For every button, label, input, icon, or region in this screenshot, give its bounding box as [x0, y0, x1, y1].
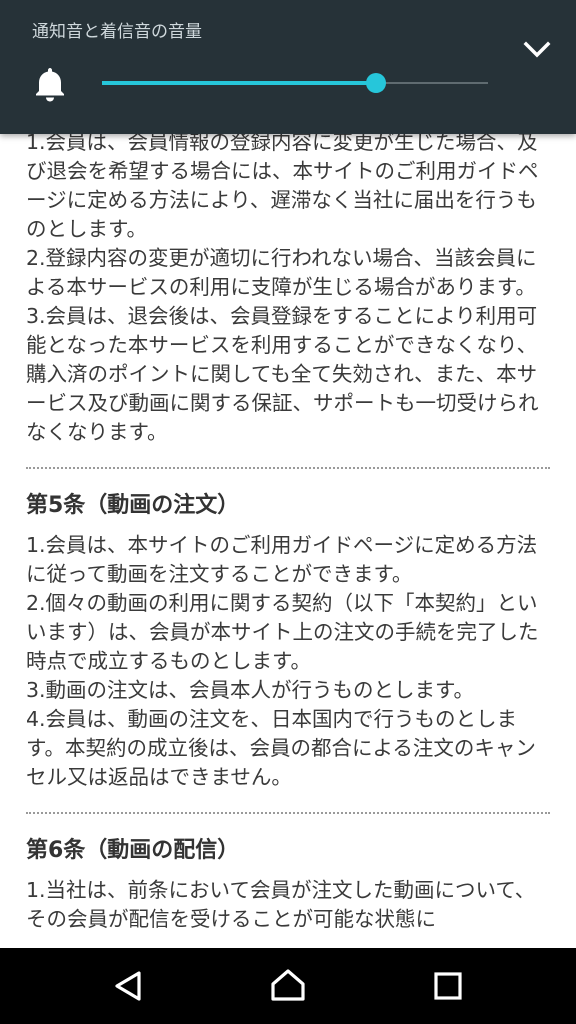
- volume-panel-title: 通知音と着信音の音量: [32, 22, 202, 42]
- back-icon: [115, 971, 141, 1001]
- home-icon: [271, 969, 305, 1001]
- back-button[interactable]: [104, 962, 152, 1010]
- section-divider: [26, 467, 550, 469]
- chevron-down-icon: [523, 41, 551, 58]
- recents-icon: [434, 972, 462, 1000]
- section4-paragraph-3: 3.会員は、退会後は、会員登録をすることにより利用可能となった本サービスを利用す…: [26, 304, 539, 444]
- document-body: 1.会員は、会員情報の登録内容に変更が生じた場合、及び退会を希望する場合には、本…: [0, 128, 576, 934]
- volume-panel: 通知音と着信音の音量: [0, 0, 576, 134]
- section5-paragraph-2: 2.個々の動画の利用に関する契約（以下「本契約」といいます）は、会員が本サイト上…: [26, 591, 539, 673]
- section6-title: 第6条（動画の配信）: [26, 838, 240, 863]
- document-content[interactable]: 1.会員は、会員情報の登録内容に変更が生じた場合、及び退会を希望する場合には、本…: [0, 128, 576, 948]
- home-button[interactable]: [264, 962, 312, 1010]
- section4-paragraph-2: 2.登録内容の変更が適切に行われない場合、当該会員による本サービスの利用に支障が…: [26, 246, 537, 299]
- section5-title: 第5条（動画の注文）: [26, 493, 240, 518]
- section6-paragraph-1: 1.当社は、前条において会員が注文した動画について、その会員が配信を受けることが…: [26, 878, 536, 931]
- recents-button[interactable]: [424, 962, 472, 1010]
- section5-paragraph-1: 1.会員は、本サイトのご利用ガイドページに定める方法に従って動画を注文することが…: [26, 533, 538, 586]
- navigation-bar: [0, 948, 576, 1024]
- volume-slider[interactable]: [102, 66, 488, 100]
- section-divider: [26, 812, 550, 814]
- bell-icon[interactable]: [32, 64, 68, 104]
- collapse-button[interactable]: [514, 30, 560, 70]
- section4-paragraph-1: 1.会員は、会員情報の登録内容に変更が生じた場合、及び退会を希望する場合には、本…: [26, 130, 539, 241]
- volume-slider-fill: [102, 81, 377, 85]
- section5-paragraph-3: 3.動画の注文は、会員本人が行うものとします。: [26, 678, 475, 702]
- volume-slider-thumb[interactable]: [366, 73, 387, 93]
- screen: 1.会員は、会員情報の登録内容に変更が生じた場合、及び退会を希望する場合には、本…: [0, 0, 576, 1024]
- section5-paragraph-4: 4.会員は、動画の注文を、日本国内で行うものとします。本契約の成立後は、会員の都…: [26, 707, 536, 789]
